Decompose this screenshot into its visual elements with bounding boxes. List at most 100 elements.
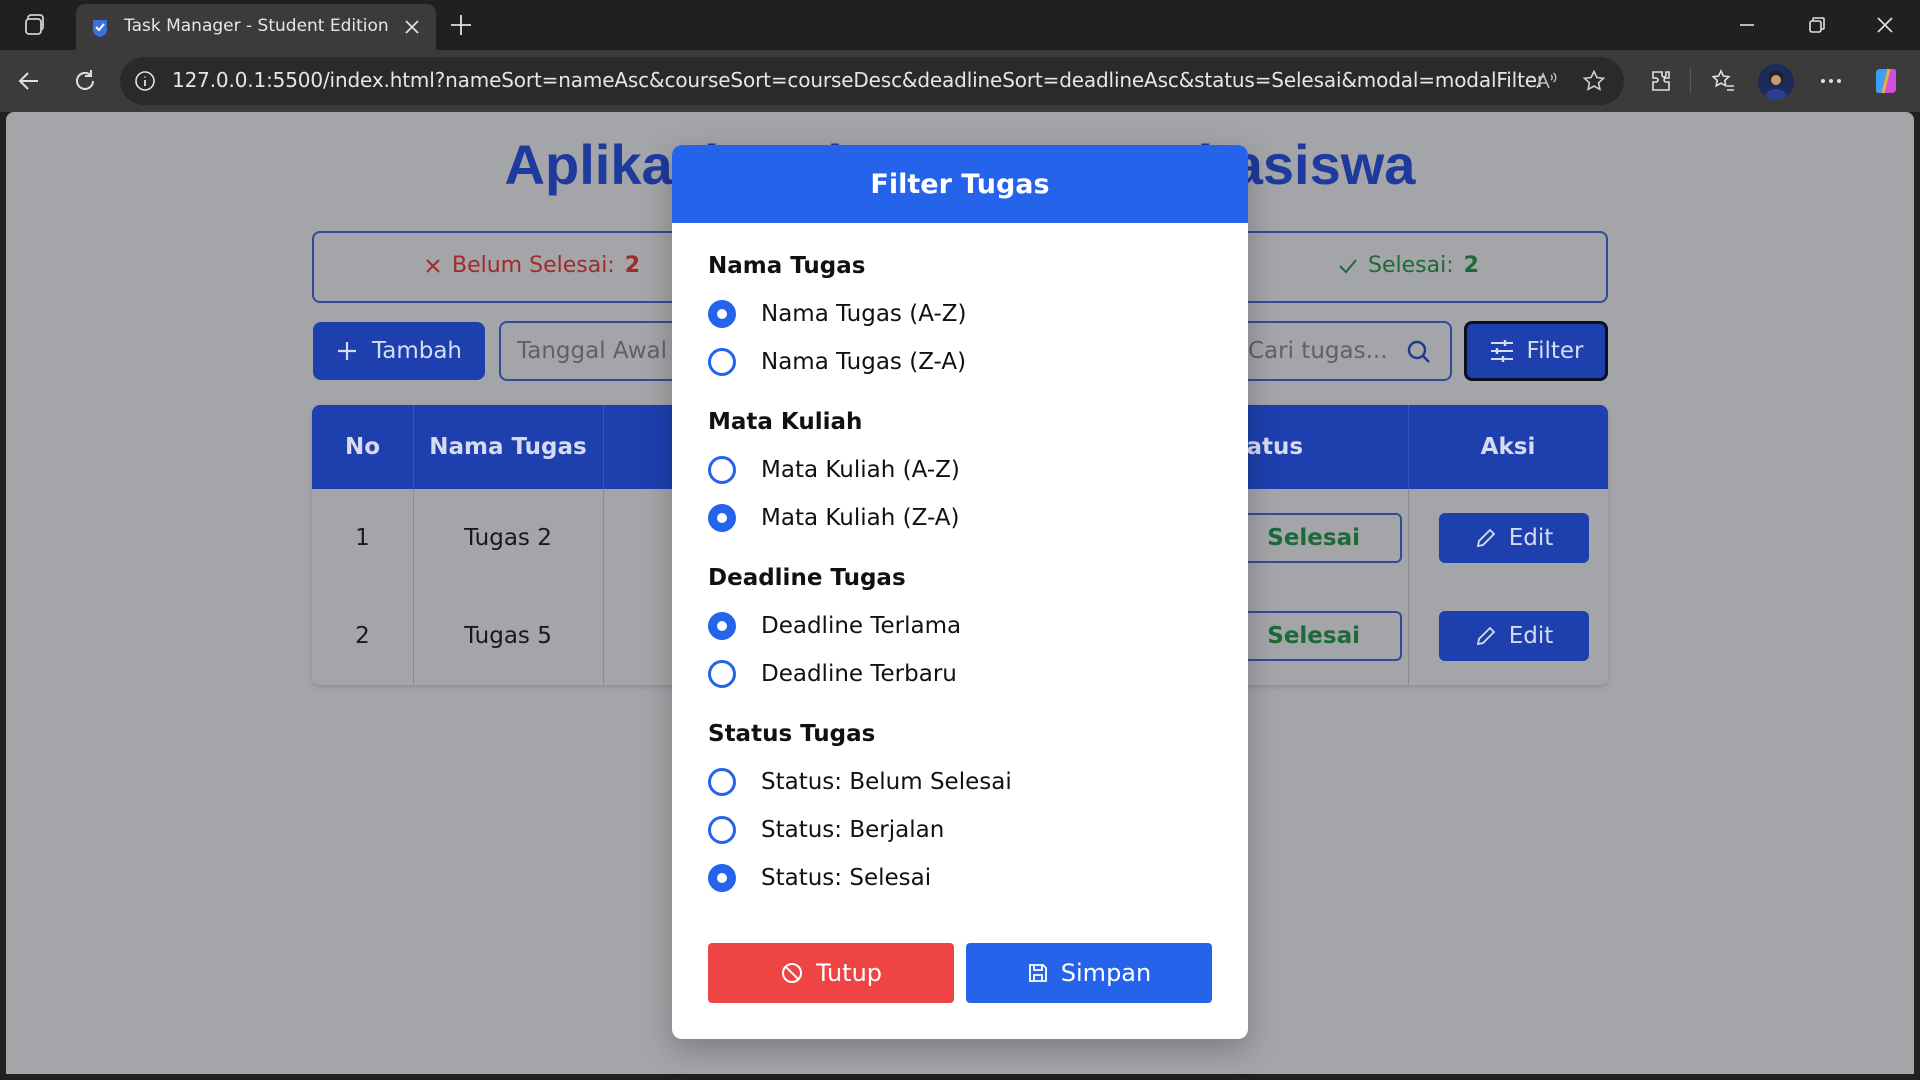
row-1-no: 1 [355,525,370,551]
back-icon[interactable] [14,66,44,96]
radio-name-desc[interactable]: Nama Tugas (Z-A) [708,345,966,379]
radio-button[interactable] [708,300,736,328]
row-2-name: Tugas 5 [464,623,552,649]
row-1-name: Tugas 2 [464,525,552,551]
sliders-icon [1490,340,1513,362]
more-options-icon[interactable] [1818,68,1844,94]
row-1-edit-label: Edit [1508,525,1554,551]
radio-label: Status: Selesai [761,865,932,891]
tab-title: Task Manager - Student Edition [124,16,389,36]
filter-modal: Filter Tugas Nama Tugas Nama Tugas (A-Z)… [672,145,1248,1039]
column-divider [603,489,604,685]
row-2-edit-label: Edit [1508,623,1554,649]
add-task-label: Tambah [371,338,462,364]
row-2-status: Selesai [1267,623,1360,649]
floppy-disk-icon [1028,964,1047,982]
row-1-status: Selesai [1267,525,1360,551]
filter-button[interactable]: Filter [1464,321,1608,381]
radio-deadline-oldest[interactable]: Deadline Terlama [708,609,961,643]
radio-label: Mata Kuliah (A-Z) [761,457,960,483]
done-stat: Selesai: 2 [1338,253,1479,278]
x-icon [426,258,440,273]
radio-label: Deadline Terlama [761,613,962,639]
extensions-icon[interactable] [1648,68,1674,94]
radio-status-ongoing[interactable]: Status: Berjalan [708,813,944,847]
radio-label: Mata Kuliah (Z-A) [761,505,960,531]
group-title-course: Mata Kuliah [708,409,863,435]
favorite-star-icon[interactable] [1582,69,1606,93]
radio-button[interactable] [708,348,736,376]
profile-avatar[interactable] [1758,64,1794,100]
group-title-deadline: Deadline Tugas [708,565,906,591]
group-title-name: Nama Tugas [708,253,866,279]
radio-label: Nama Tugas (Z-A) [761,349,967,375]
radio-status-done[interactable]: Status: Selesai [708,861,931,895]
radio-button[interactable] [708,612,736,640]
column-divider [1408,489,1409,685]
header-divider [603,405,604,489]
tab-close-icon[interactable] [402,17,422,37]
radio-button[interactable] [708,504,736,532]
radio-status-pending[interactable]: Status: Belum Selesai [708,765,1012,799]
radio-button[interactable] [708,456,736,484]
header-action: Aksi [1480,434,1536,460]
site-info-icon[interactable] [134,70,156,92]
pencil-icon [1476,528,1495,548]
pending-stat-label: Belum Selesai: [452,253,615,278]
radio-name-asc[interactable]: Nama Tugas (A-Z) [708,297,966,331]
done-stat-count: 2 [1463,253,1479,278]
radio-label: Status: Belum Selesai [761,769,1012,795]
restore-icon[interactable] [1804,12,1830,38]
header-no: No [344,434,381,460]
save-button[interactable]: Simpan [966,943,1212,1003]
header-divider [1408,405,1409,489]
address-bar[interactable]: 127.0.0.1:5500/index.html?nameSort=nameA… [120,57,1624,105]
row-1-status-badge[interactable]: Selesai [1238,513,1402,563]
start-date-placeholder: Tanggal Awal [517,338,668,364]
done-stat-label: Selesai: [1368,253,1454,278]
start-date-input[interactable]: Tanggal Awal [499,321,679,381]
row-2-edit-button[interactable]: Edit [1439,611,1589,661]
toolbar-divider [1690,68,1691,94]
add-task-button[interactable]: Tambah [313,322,485,380]
tab-actions-icon[interactable] [12,8,60,42]
close-button-label: Tutup [815,959,883,987]
row-1-edit-button[interactable]: Edit [1439,513,1589,563]
header-divider [413,405,414,489]
minimize-icon[interactable] [1734,12,1760,38]
row-2-status-badge[interactable]: Selesai [1238,611,1402,661]
browser-tab-strip: Task Manager - Student Edition [0,0,1920,50]
radio-button[interactable] [708,864,736,892]
radio-deadline-newest[interactable]: Deadline Terbaru [708,657,957,691]
new-tab-icon[interactable] [448,12,474,38]
copilot-icon[interactable] [1870,65,1902,97]
ban-icon [781,963,802,983]
browser-tab[interactable]: Task Manager - Student Edition [76,4,436,50]
check-icon [1339,258,1357,273]
task-manager-favicon-icon [90,18,110,38]
radio-label: Nama Tugas (A-Z) [761,301,967,327]
pending-stat-count: 2 [624,253,641,278]
close-window-icon[interactable] [1872,12,1898,38]
favorites-icon[interactable] [1710,68,1736,94]
radio-button[interactable] [708,816,736,844]
reload-icon[interactable] [70,66,100,96]
group-title-status: Status Tugas [708,721,876,747]
row-2-no: 2 [355,623,370,649]
radio-button[interactable] [708,660,736,688]
pending-stat: Belum Selesai: 2 [424,253,640,278]
pencil-icon [1476,626,1495,646]
radio-label: Deadline Terbaru [761,661,957,687]
close-button[interactable]: Tutup [708,943,954,1003]
header-name: Nama Tugas [429,434,587,460]
plus-icon [337,342,356,360]
radio-course-asc[interactable]: Mata Kuliah (A-Z) [708,453,960,487]
search-icon[interactable] [1406,339,1432,365]
url-text[interactable]: 127.0.0.1:5500/index.html?nameSort=nameA… [172,68,1545,92]
address-toolbar: 127.0.0.1:5500/index.html?nameSort=nameA… [0,50,1920,112]
radio-course-desc[interactable]: Mata Kuliah (Z-A) [708,501,959,535]
search-placeholder: Cari tugas... [1248,338,1388,364]
radio-button[interactable] [708,768,736,796]
read-aloud-icon[interactable] [1534,69,1558,93]
modal-title: Filter Tugas [672,145,1248,223]
